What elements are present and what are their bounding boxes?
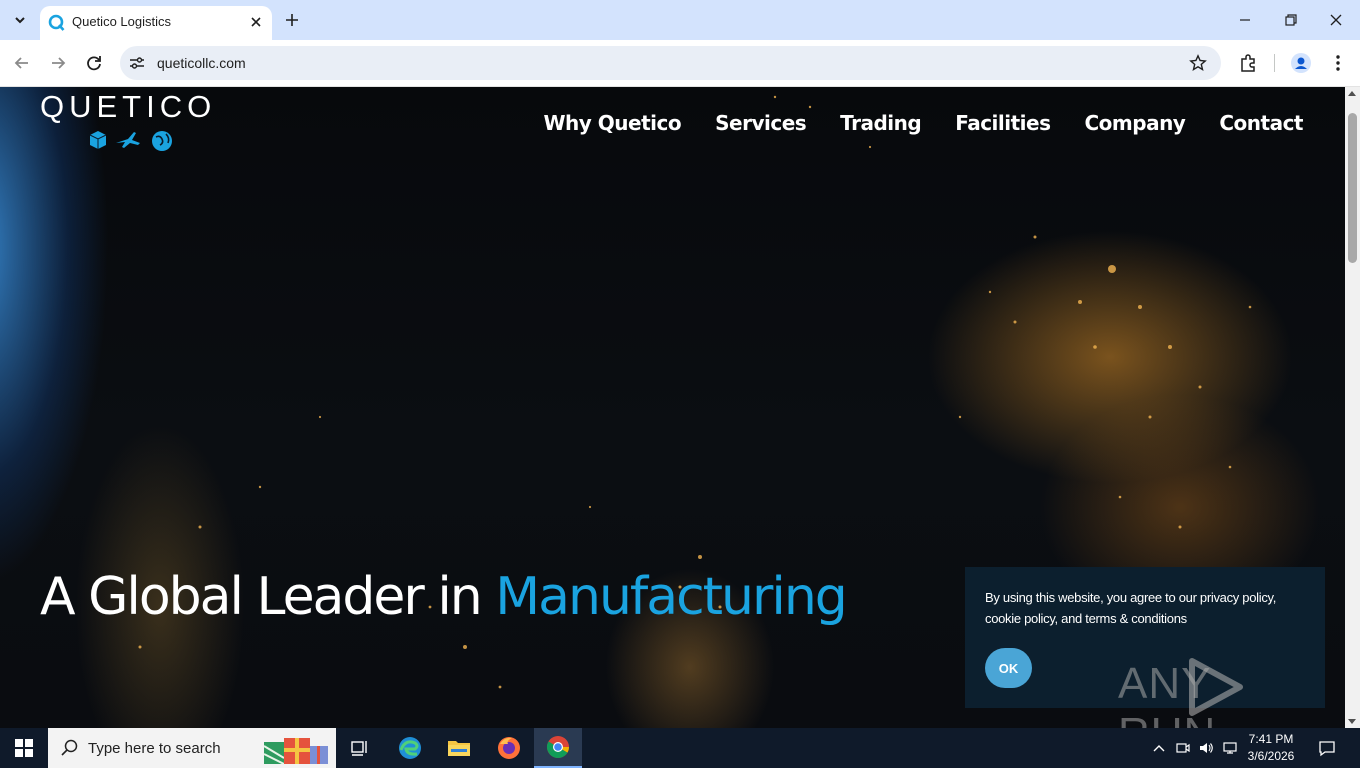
profile-avatar-icon[interactable] xyxy=(1290,52,1312,74)
box-icon xyxy=(89,131,107,149)
page-hero: QUETICO Why Quetico Services Trading Fac… xyxy=(0,87,1345,728)
forward-arrow-icon[interactable] xyxy=(47,52,69,74)
file-explorer-icon xyxy=(448,741,470,756)
restore-icon[interactable] xyxy=(1281,10,1301,30)
hero-headline: A Global Leader in Manufacturing xyxy=(40,567,848,627)
address-bar[interactable]: queticollc.com xyxy=(120,46,1221,80)
main-navigation: Why Quetico Services Trading Facilities … xyxy=(543,111,1303,135)
globe-icon xyxy=(152,131,172,151)
bookmark-star-icon[interactable] xyxy=(1189,54,1207,72)
tab-title: Quetico Logistics xyxy=(72,14,171,29)
cookie-message: By using this website, you agree to our … xyxy=(985,590,1277,626)
scroll-down-arrow-icon[interactable] xyxy=(1348,719,1356,724)
cookie-ok-button[interactable]: OK xyxy=(985,648,1032,688)
nav-company[interactable]: Company xyxy=(1085,111,1186,135)
hero-headline-accent: Manufacturing xyxy=(495,567,848,627)
firefox-icon xyxy=(498,737,520,759)
nav-facilities[interactable]: Facilities xyxy=(955,111,1051,135)
meet-now-icon[interactable] xyxy=(1175,740,1191,756)
nav-trading[interactable]: Trading xyxy=(840,111,922,135)
gift-boxes-icon xyxy=(263,738,328,765)
taskbar-edge[interactable] xyxy=(386,728,434,768)
site-info-icon[interactable] xyxy=(128,54,146,72)
airplane-icon xyxy=(116,132,140,148)
taskbar-file-explorer[interactable] xyxy=(435,728,483,768)
tab-search-button[interactable] xyxy=(8,8,32,32)
browser-tab-strip: Quetico Logistics xyxy=(0,0,1360,40)
taskbar-chrome[interactable] xyxy=(534,728,582,768)
search-placeholder: Type here to search xyxy=(88,740,221,757)
start-button[interactable] xyxy=(0,728,48,768)
quetico-logo[interactable]: QUETICO xyxy=(40,91,216,123)
nav-services[interactable]: Services xyxy=(715,111,807,135)
anyrun-play-icon xyxy=(1189,658,1243,716)
page-scrollbar[interactable] xyxy=(1345,87,1360,728)
volume-icon[interactable] xyxy=(1198,740,1214,756)
taskbar-search-box[interactable]: Type here to search xyxy=(48,728,336,768)
windows-taskbar: Type here to search 7:41 PM 3/6/2026 xyxy=(0,728,1360,768)
back-arrow-icon[interactable] xyxy=(11,52,33,74)
taskbar-firefox[interactable] xyxy=(485,728,533,768)
clock-date: 3/6/2026 xyxy=(1247,749,1295,763)
network-icon[interactable] xyxy=(1222,740,1238,756)
scroll-thumb[interactable] xyxy=(1348,113,1357,263)
clock-time: 7:41 PM xyxy=(1248,732,1294,746)
close-tab-icon[interactable] xyxy=(248,14,264,30)
reload-icon[interactable] xyxy=(83,52,105,74)
new-tab-icon[interactable] xyxy=(282,10,302,30)
chevron-down-icon xyxy=(15,17,25,24)
browser-toolbar: queticollc.com xyxy=(0,40,1360,87)
search-icon xyxy=(61,739,78,756)
nav-why-quetico[interactable]: Why Quetico xyxy=(543,111,681,135)
minimize-icon[interactable] xyxy=(1235,10,1255,30)
notification-center-icon[interactable] xyxy=(1318,739,1336,757)
show-hidden-icons-icon[interactable] xyxy=(1151,740,1167,756)
chrome-icon xyxy=(547,736,569,758)
task-view-icon xyxy=(351,741,367,756)
close-window-icon[interactable] xyxy=(1326,10,1346,30)
browser-menu-icon[interactable] xyxy=(1327,52,1349,74)
quetico-favicon-icon xyxy=(48,14,65,31)
logo-icon-row xyxy=(89,131,172,151)
browser-tab-active[interactable]: Quetico Logistics xyxy=(40,6,272,40)
nav-contact[interactable]: Contact xyxy=(1219,111,1303,135)
task-view-button[interactable] xyxy=(336,728,384,768)
url-text: queticollc.com xyxy=(157,55,246,71)
hero-headline-prefix: A Global Leader in xyxy=(40,567,483,627)
toolbar-separator xyxy=(1274,54,1275,72)
logo-wordmark: QUETICO xyxy=(40,89,217,124)
scroll-up-arrow-icon[interactable] xyxy=(1348,91,1356,96)
system-clock[interactable]: 7:41 PM 3/6/2026 xyxy=(1240,731,1302,765)
edge-browser-icon xyxy=(399,737,421,759)
extensions-icon[interactable] xyxy=(1237,52,1259,74)
windows-logo-icon xyxy=(15,739,33,757)
